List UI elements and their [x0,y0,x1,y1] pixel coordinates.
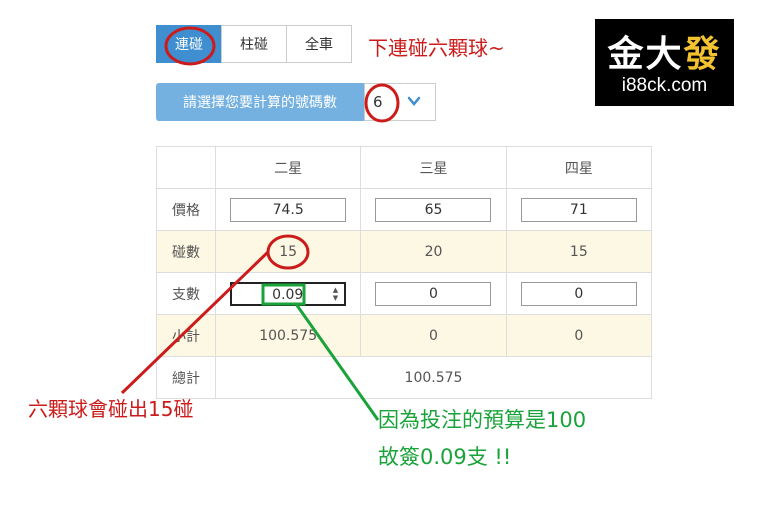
annotation-left: 六顆球會碰出15碰 [28,397,194,421]
price-input-3star[interactable]: 65 [375,197,492,222]
odds-table: 二星 三星 四星 價格 74.5 65 71 碰數 15 20 15 支數 0.… [156,146,653,399]
subtotal-label: 小計 [156,314,216,357]
header-empty [156,146,216,189]
logo-url: i88ck.com [621,75,708,96]
count-input-3star[interactable]: 0 [375,281,492,306]
spinner-icon[interactable]: ▲ ▼ [333,286,338,302]
hits-2star: 15 [214,230,362,273]
price-input-2star[interactable]: 74.5 [230,197,347,222]
table-header-row: 二星 三星 四星 [156,146,653,189]
subtotal-row: 小計 100.575 0 0 [156,314,653,357]
subtotal-4star: 0 [505,314,653,357]
count-input-4star[interactable]: 0 [520,281,637,306]
chevron-down-icon [407,96,421,106]
hits-3star: 20 [360,230,507,273]
total-value: 100.575 [215,356,652,399]
price-label: 價格 [156,188,216,231]
subtotal-2star: 100.575 [214,314,362,357]
hits-row: 碰數 15 20 15 [156,230,653,273]
tab-lianpeng[interactable]: 連碰 [156,25,222,63]
brand-logo: 金大發 i88ck.com [595,19,734,106]
header-4star: 四星 [505,146,653,189]
number-select[interactable]: 6 [364,83,436,121]
number-selector-label: 請選擇您要計算的號碼數 [156,83,364,121]
header-3star: 三星 [360,146,507,189]
price-input-4star[interactable]: 71 [520,197,637,222]
header-2star: 二星 [214,146,362,189]
count-input-2star[interactable]: 0.09 ▲ ▼ [230,281,347,306]
number-select-value: 6 [373,93,383,111]
annotation-right-line1: 因為投注的預算是100 [378,408,587,432]
count-input-2star-value: 0.09 [272,286,304,303]
logo-name: 金大發 [607,33,722,75]
subtotal-3star: 0 [360,314,507,357]
count-label: 支數 [156,272,216,315]
hits-label: 碰數 [156,230,216,273]
annotation-top: 下連碰六顆球~ [368,36,505,60]
total-row: 總計 100.575 [156,356,652,399]
hits-4star: 15 [505,230,653,273]
tab-quanche[interactable]: 全車 [286,25,352,63]
tab-zhupeng[interactable]: 柱碰 [221,25,287,63]
annotation-right-line2: 故簽0.09支 !! [378,445,512,469]
price-row: 價格 74.5 65 71 [156,188,653,231]
count-row: 支數 0.09 ▲ ▼ 0 0 [156,272,653,315]
